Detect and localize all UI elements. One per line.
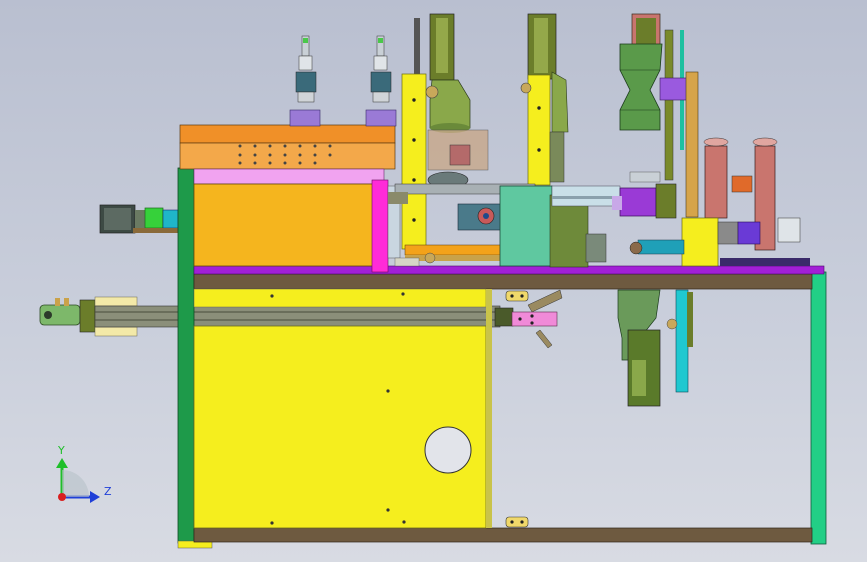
lower-spindle[interactable]	[617, 289, 693, 407]
coordinate-triad: Y Z	[56, 444, 112, 503]
main-deck-plate[interactable]	[193, 265, 825, 275]
gripper-tower-left[interactable]	[703, 137, 753, 219]
cad-viewport[interactable]: Y Z	[0, 0, 867, 562]
sensor-probe-right[interactable]	[365, 35, 397, 127]
machine-assembly-drawing[interactable]: Y Z	[0, 0, 867, 562]
upper-housing[interactable]	[179, 124, 401, 273]
y-axis-label: Y	[57, 444, 65, 457]
left-motor-assembly[interactable]	[99, 204, 179, 234]
vertical-column-2[interactable]	[520, 13, 569, 186]
sensor-probe-left[interactable]	[289, 35, 321, 127]
z-axis-label: Z	[104, 485, 112, 498]
slide-housing[interactable]	[499, 185, 621, 268]
